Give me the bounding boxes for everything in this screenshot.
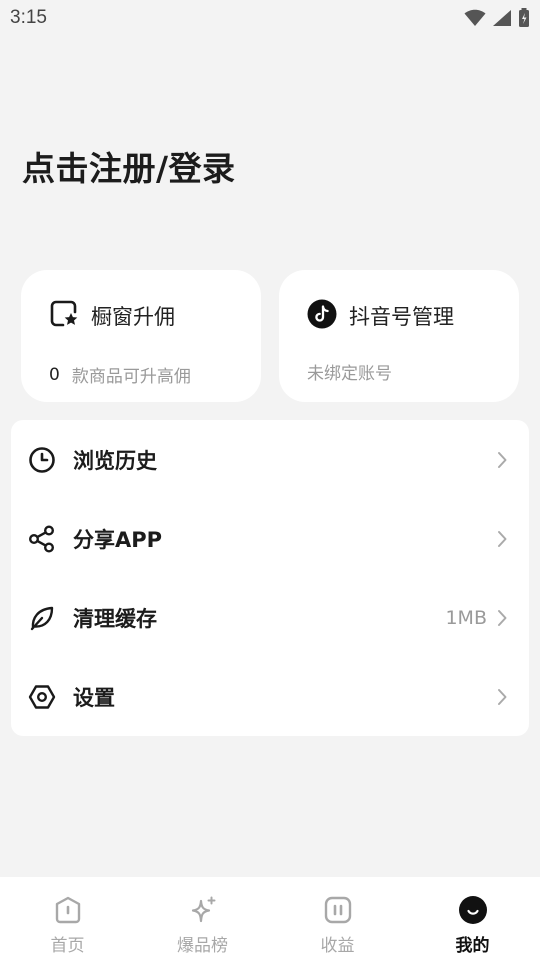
card-title: 橱窗升佣 bbox=[91, 305, 175, 329]
chevron-right-icon bbox=[493, 530, 511, 548]
card-header: 抖音号管理 bbox=[307, 299, 454, 333]
nav-tab-hot-products[interactable]: 爆品榜 bbox=[135, 877, 270, 960]
tiktok-icon bbox=[307, 299, 337, 333]
hexagon-settings-icon bbox=[28, 683, 56, 711]
clock-icon bbox=[28, 446, 56, 474]
nav-label: 收益 bbox=[320, 936, 355, 956]
showcase-star-icon bbox=[49, 299, 79, 333]
card-subtitle: 0 款商品可升高佣 bbox=[49, 362, 191, 388]
card-subtitle-text: 未绑定账号 bbox=[307, 364, 392, 384]
earnings-icon bbox=[322, 894, 354, 926]
menu-item-label: 设置 bbox=[73, 685, 115, 710]
card-subtitle: 未绑定账号 bbox=[307, 359, 392, 384]
showcase-commission-card[interactable]: 橱窗升佣 0 款商品可升高佣 bbox=[21, 270, 261, 402]
profile-icon bbox=[457, 894, 489, 926]
battery-icon bbox=[518, 8, 530, 28]
status-icons bbox=[464, 8, 530, 28]
card-subtitle-text: 款商品可升高佣 bbox=[71, 367, 191, 387]
home-icon bbox=[52, 894, 84, 926]
cellular-signal-icon bbox=[492, 9, 512, 27]
sparkle-icon bbox=[187, 894, 219, 926]
nav-tab-earnings[interactable]: 收益 bbox=[270, 877, 405, 960]
leaf-icon bbox=[28, 604, 56, 632]
menu-item-label: 分享APP bbox=[73, 527, 163, 552]
chevron-right-icon bbox=[493, 609, 511, 627]
chevron-right-icon bbox=[493, 451, 511, 469]
chevron-right-icon bbox=[493, 688, 511, 706]
menu-item-label: 浏览历史 bbox=[73, 448, 157, 473]
wifi-icon bbox=[464, 9, 486, 27]
login-register-link[interactable]: 点击注册/登录 bbox=[22, 142, 236, 190]
status-time: 3:15 bbox=[10, 7, 47, 28]
profile-page: 3:15 点击注册/登录 橱窗升佣 0 款商品可升高佣 抖音号管理 未绑定账号 … bbox=[0, 0, 540, 960]
product-count: 0 bbox=[49, 364, 60, 385]
settings-menu: 浏览历史 分享APP 清理缓存 1MB 设置 bbox=[11, 420, 529, 736]
menu-item-clear-cache[interactable]: 清理缓存 1MB bbox=[11, 578, 529, 657]
nav-label: 首页 bbox=[50, 936, 85, 956]
menu-item-share[interactable]: 分享APP bbox=[11, 499, 529, 578]
menu-item-settings[interactable]: 设置 bbox=[11, 657, 529, 736]
nav-tab-home[interactable]: 首页 bbox=[0, 877, 135, 960]
menu-item-label: 清理缓存 bbox=[73, 606, 157, 631]
douyin-account-card[interactable]: 抖音号管理 未绑定账号 bbox=[279, 270, 519, 402]
nav-tab-mine[interactable]: 我的 bbox=[405, 877, 540, 960]
card-header: 橱窗升佣 bbox=[49, 299, 175, 333]
menu-item-history[interactable]: 浏览历史 bbox=[11, 420, 529, 499]
nav-label: 我的 bbox=[455, 936, 490, 956]
share-icon bbox=[28, 525, 56, 553]
card-title: 抖音号管理 bbox=[349, 305, 454, 329]
cache-size-value: 1MB bbox=[445, 606, 487, 629]
status-bar: 3:15 bbox=[0, 0, 540, 36]
bottom-navigation: 首页 爆品榜 收益 我的 bbox=[0, 877, 540, 960]
nav-label: 爆品榜 bbox=[177, 936, 228, 956]
